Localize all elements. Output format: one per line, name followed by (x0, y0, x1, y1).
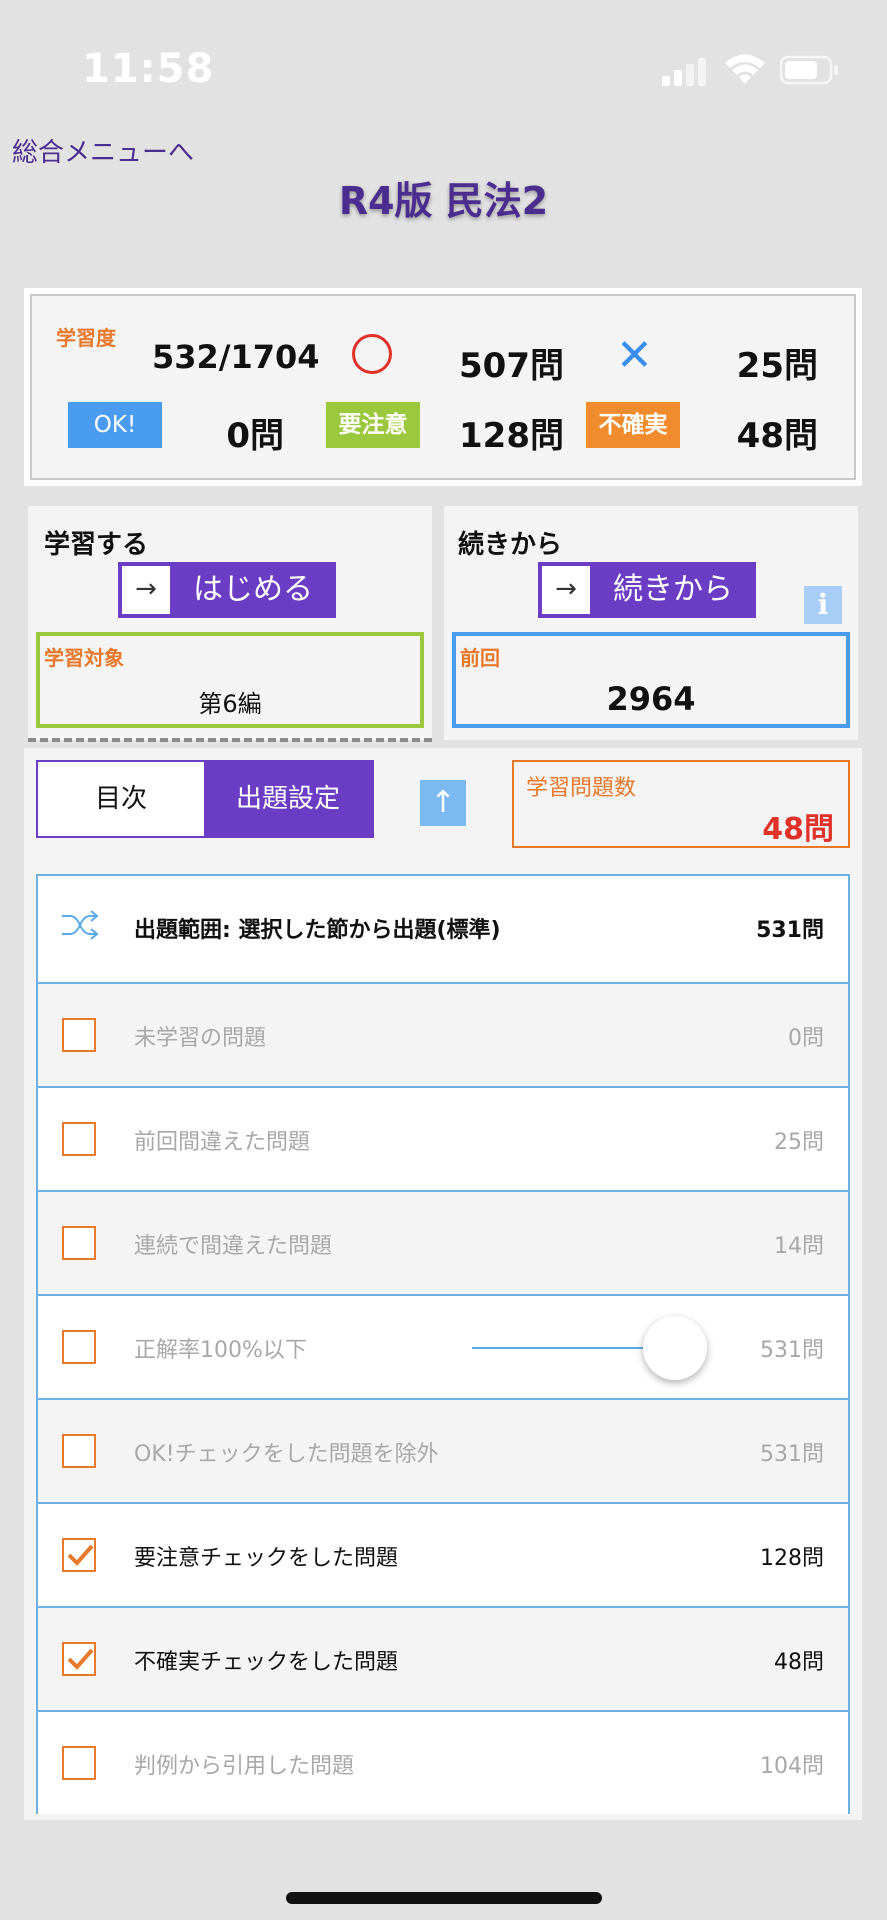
tab-toc[interactable]: 目次 (38, 762, 204, 836)
checkbox[interactable] (62, 1226, 96, 1260)
home-indicator (286, 1892, 602, 1904)
resume-button-label: 続きから (613, 572, 733, 607)
cellular-signal-icon (662, 58, 706, 86)
filter-row-value: 104問 (760, 1754, 824, 1779)
checkbox[interactable] (62, 1330, 96, 1364)
correct-count: 507問 (459, 346, 564, 386)
wrong-count: 25問 (736, 346, 818, 386)
question-count-label: 学習問題数 (526, 776, 637, 801)
tab-settings[interactable]: 出題設定 (204, 762, 372, 836)
arrow-right-icon: → (122, 566, 170, 614)
filter-row-value: 14問 (774, 1234, 824, 1259)
accuracy-slider-thumb[interactable] (643, 1316, 708, 1380)
page-title: R4版 民法2 (338, 179, 549, 223)
ok-count: 0問 (226, 416, 284, 456)
dashed-divider (28, 738, 432, 742)
progress-label: 学習度 (56, 326, 116, 350)
last-position-value: 2964 (606, 680, 696, 718)
info-icon[interactable]: i (804, 586, 842, 624)
study-target-value: 第6編 (198, 690, 262, 718)
scope-value: 531問 (756, 918, 824, 943)
filter-row-label: 未学習の問題 (134, 1026, 267, 1051)
view-segmented-control: 目次 出題設定 (36, 760, 374, 838)
last-position-label: 前回 (460, 646, 500, 670)
filter-row-label: 連続で間違えた問題 (134, 1234, 333, 1259)
wifi-icon (725, 54, 765, 84)
shuffle-icon (62, 910, 99, 940)
checkbox[interactable] (62, 1018, 96, 1052)
ok-tag: OK! (68, 402, 162, 448)
filter-row-value: 531問 (760, 1338, 824, 1363)
caution-tag: 要注意 (326, 402, 420, 448)
filter-row-value: 48問 (774, 1650, 824, 1675)
filter-row[interactable]: 不確実チェックをした問題 48問 (38, 1606, 848, 1710)
start-button[interactable]: → はじめる (118, 562, 336, 618)
filter-row[interactable]: 正解率100%以下 531問 (38, 1294, 848, 1398)
question-count-box: 学習問題数 48問 (512, 760, 850, 848)
checkbox[interactable] (62, 1122, 96, 1156)
study-target-box[interactable]: 学習対象 第6編 (36, 632, 424, 728)
start-button-label: はじめる (193, 572, 313, 607)
study-target-label: 学習対象 (44, 646, 124, 670)
filter-row-label: 正解率100%以下 (134, 1338, 307, 1363)
battery-icon (780, 55, 838, 85)
scope-row[interactable]: 出題範囲: 選択した節から出題(標準) 531問 (38, 876, 848, 982)
question-count-value: 48問 (762, 812, 834, 847)
filter-row[interactable]: 未学習の問題 0問 (38, 982, 848, 1086)
filter-row[interactable]: 判例から引用した問題 104問 (38, 1710, 848, 1814)
resume-button[interactable]: → 続きから (538, 562, 756, 618)
filter-row-value: 531問 (760, 1442, 824, 1467)
status-time: 11:58 (82, 46, 215, 92)
filter-row[interactable]: 連続で間違えた問題 14問 (38, 1190, 848, 1294)
filter-row[interactable]: 要注意チェックをした問題 128問 (38, 1502, 848, 1606)
back-to-menu-link[interactable]: 総合メニューへ (12, 132, 194, 169)
question-filter-list: 出題範囲: 選択した節から出題(標準) 531問 未学習の問題 0問前回間違えた問… (36, 874, 850, 1814)
filter-row-value: 25問 (774, 1130, 824, 1155)
filter-row-label: 前回間違えた問題 (134, 1130, 311, 1155)
filter-row[interactable]: 前回間違えた問題 25問 (38, 1086, 848, 1190)
uncertain-count: 48問 (736, 416, 818, 456)
checkbox-checked[interactable] (62, 1642, 96, 1676)
progress-summary: 学習度 532/1704 507問 ✕ 25問 OK! 0問 要注意 128問 … (24, 288, 862, 486)
scroll-up-button[interactable]: ↑ (420, 780, 466, 826)
study-title: 学習する (44, 530, 149, 560)
checkmark-icon (67, 1648, 94, 1670)
study-card: 学習する → はじめる 学習対象 第6編 (28, 506, 432, 742)
progress-value: 532/1704 (152, 338, 320, 376)
resume-card: 続きから → 続きから 前回 2964 (444, 506, 858, 740)
arrow-right-icon: → (542, 566, 590, 614)
checkbox[interactable] (62, 1746, 96, 1780)
filter-row-label: 判例から引用した問題 (134, 1754, 355, 1779)
checkbox-checked[interactable] (62, 1538, 96, 1572)
filter-row[interactable]: OK!チェックをした問題を除外 531問 (38, 1398, 848, 1502)
checkmark-icon (67, 1544, 94, 1566)
filter-row-value: 128問 (760, 1546, 824, 1571)
wrong-cross-icon: ✕ (616, 330, 653, 381)
correct-circle-icon (352, 334, 392, 374)
filter-row-label: 不確実チェックをした問題 (134, 1650, 399, 1675)
filter-row-label: OK!チェックをした問題を除外 (134, 1442, 439, 1467)
resume-title: 続きから (458, 530, 563, 560)
filter-row-label: 要注意チェックをした問題 (134, 1546, 399, 1571)
uncertain-tag: 不確実 (586, 402, 680, 448)
checkbox[interactable] (62, 1434, 96, 1468)
last-position-box[interactable]: 前回 2964 (452, 632, 850, 728)
caution-count: 128問 (459, 416, 564, 456)
scope-label: 出題範囲: 選択した節から出題(標準) (134, 918, 501, 943)
filter-row-value: 0問 (788, 1026, 824, 1051)
